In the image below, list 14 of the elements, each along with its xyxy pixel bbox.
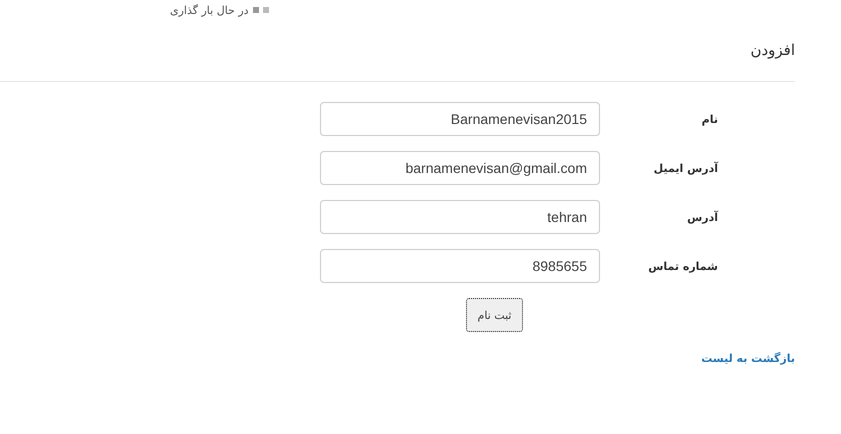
field-label: آدرس ایمیل <box>652 162 718 174</box>
back-link[interactable]: بازگشت به لیست <box>701 352 795 365</box>
input-field[interactable]: 8985655 <box>320 249 600 283</box>
loading-square-icon <box>262 7 269 13</box>
field-label: نام <box>700 112 718 126</box>
field-label: آدرس <box>686 210 718 224</box>
input-field[interactable]: barnamenevisan@gmail.com <box>320 151 600 185</box>
field-label: شماره تماس <box>647 260 718 272</box>
input-field[interactable]: Barnamenevisan2015 <box>320 102 600 136</box>
page-title: افزودن <box>0 36 795 82</box>
loading-text: در حال بار گذاری <box>170 4 249 16</box>
input-field[interactable]: tehran <box>320 200 600 234</box>
loading-square-icon <box>252 7 259 13</box>
submit-button[interactable]: ثبت نام <box>466 298 523 332</box>
